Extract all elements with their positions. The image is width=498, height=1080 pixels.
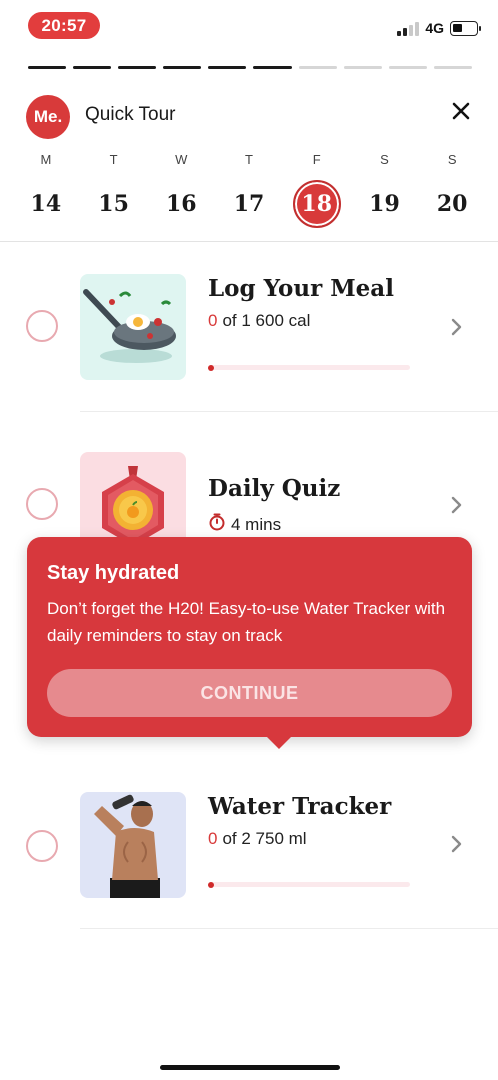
network-label: 4G — [425, 20, 444, 36]
day-date: 14 — [30, 191, 62, 217]
day-sat[interactable]: S 19 — [351, 152, 419, 228]
progress-fill — [208, 881, 214, 888]
task-checkbox[interactable] — [26, 310, 58, 342]
progress-segment — [388, 66, 427, 69]
stopwatch-icon — [208, 513, 226, 536]
task-checkbox[interactable] — [26, 488, 58, 520]
frying-pan-illustration — [80, 274, 186, 380]
row-divider — [80, 928, 498, 929]
water-goal: of 2 750 ml — [222, 829, 307, 848]
day-tue[interactable]: T 15 — [80, 152, 148, 228]
signal-icon — [397, 20, 420, 36]
day-date: 19 — [369, 191, 400, 217]
tooltip-body: Don’t forget the H20! Easy-to-use Water … — [47, 599, 446, 645]
page-title: Quick Tour — [85, 104, 176, 125]
day-date: 15 — [98, 191, 129, 217]
day-name: W — [175, 152, 188, 167]
chevron-right-icon — [448, 834, 464, 854]
progress-segment — [343, 66, 382, 69]
water-current: 0 — [208, 829, 218, 848]
progress-segment — [163, 66, 202, 69]
meal-progress-bar — [208, 364, 410, 371]
task-row-water[interactable]: Water Tracker 0 of 2 750 ml — [0, 760, 498, 930]
day-name: S — [447, 152, 457, 167]
status-time: 20:57 — [28, 12, 100, 39]
progress-segment — [433, 66, 472, 69]
day-name: S — [380, 152, 389, 167]
chevron-right-icon — [448, 495, 464, 515]
task-checkbox[interactable] — [26, 830, 58, 862]
chevron-right-icon — [448, 317, 464, 337]
task-subtitle: 0 of 2 750 ml — [208, 829, 307, 849]
continue-button[interactable]: CONTINUE — [47, 669, 452, 717]
day-date: 17 — [233, 191, 265, 217]
calories-goal: of 1 600 cal — [222, 311, 311, 330]
day-wed[interactable]: W 16 — [147, 152, 215, 228]
day-fri-selected[interactable]: F 18 — [283, 152, 351, 228]
status-indicators: 4G — [397, 18, 481, 38]
tour-progress — [28, 66, 472, 70]
tooltip-title: Stay hydrated — [47, 562, 180, 584]
progress-segment — [73, 66, 112, 69]
home-indicator[interactable] — [160, 1065, 340, 1070]
day-name: M — [40, 152, 52, 167]
week-strip: M 14 T 15 W 16 T 17 F 18 S 19 S 20 — [10, 152, 488, 228]
day-sun[interactable]: S 20 — [418, 152, 486, 228]
day-date: 20 — [436, 191, 468, 217]
progress-segment — [298, 66, 337, 69]
tour-tooltip: Stay hydrated Don’t forget the H20! Easy… — [27, 537, 472, 749]
close-icon[interactable] — [446, 96, 476, 126]
progress-segment — [208, 66, 247, 69]
day-name: T — [109, 152, 118, 167]
task-subtitle: 4 mins — [208, 513, 281, 536]
calories-current: 0 — [208, 311, 218, 330]
day-date: 16 — [165, 191, 197, 217]
man-drinking-photo — [80, 792, 186, 898]
progress-segment — [253, 66, 292, 69]
day-mon[interactable]: M 14 — [12, 152, 80, 228]
day-name: F — [312, 152, 321, 167]
task-title: Log Your Meal — [208, 275, 394, 302]
progress-segment — [118, 66, 157, 69]
day-thu[interactable]: T 17 — [215, 152, 283, 228]
task-title: Water Tracker — [208, 793, 392, 820]
quiz-duration: 4 mins — [231, 514, 282, 534]
progress-fill — [208, 364, 214, 371]
day-name: T — [245, 152, 253, 167]
progress-segment — [28, 66, 67, 69]
water-progress-bar — [208, 881, 410, 888]
battery-icon — [450, 20, 481, 36]
task-row-meal[interactable]: Log Your Meal 0 of 1 600 cal — [0, 242, 498, 412]
day-date: 18 — [292, 180, 341, 228]
task-subtitle: 0 of 1 600 cal — [208, 311, 310, 331]
app-logo: Me. — [26, 95, 70, 139]
task-title: Daily Quiz — [208, 475, 341, 502]
